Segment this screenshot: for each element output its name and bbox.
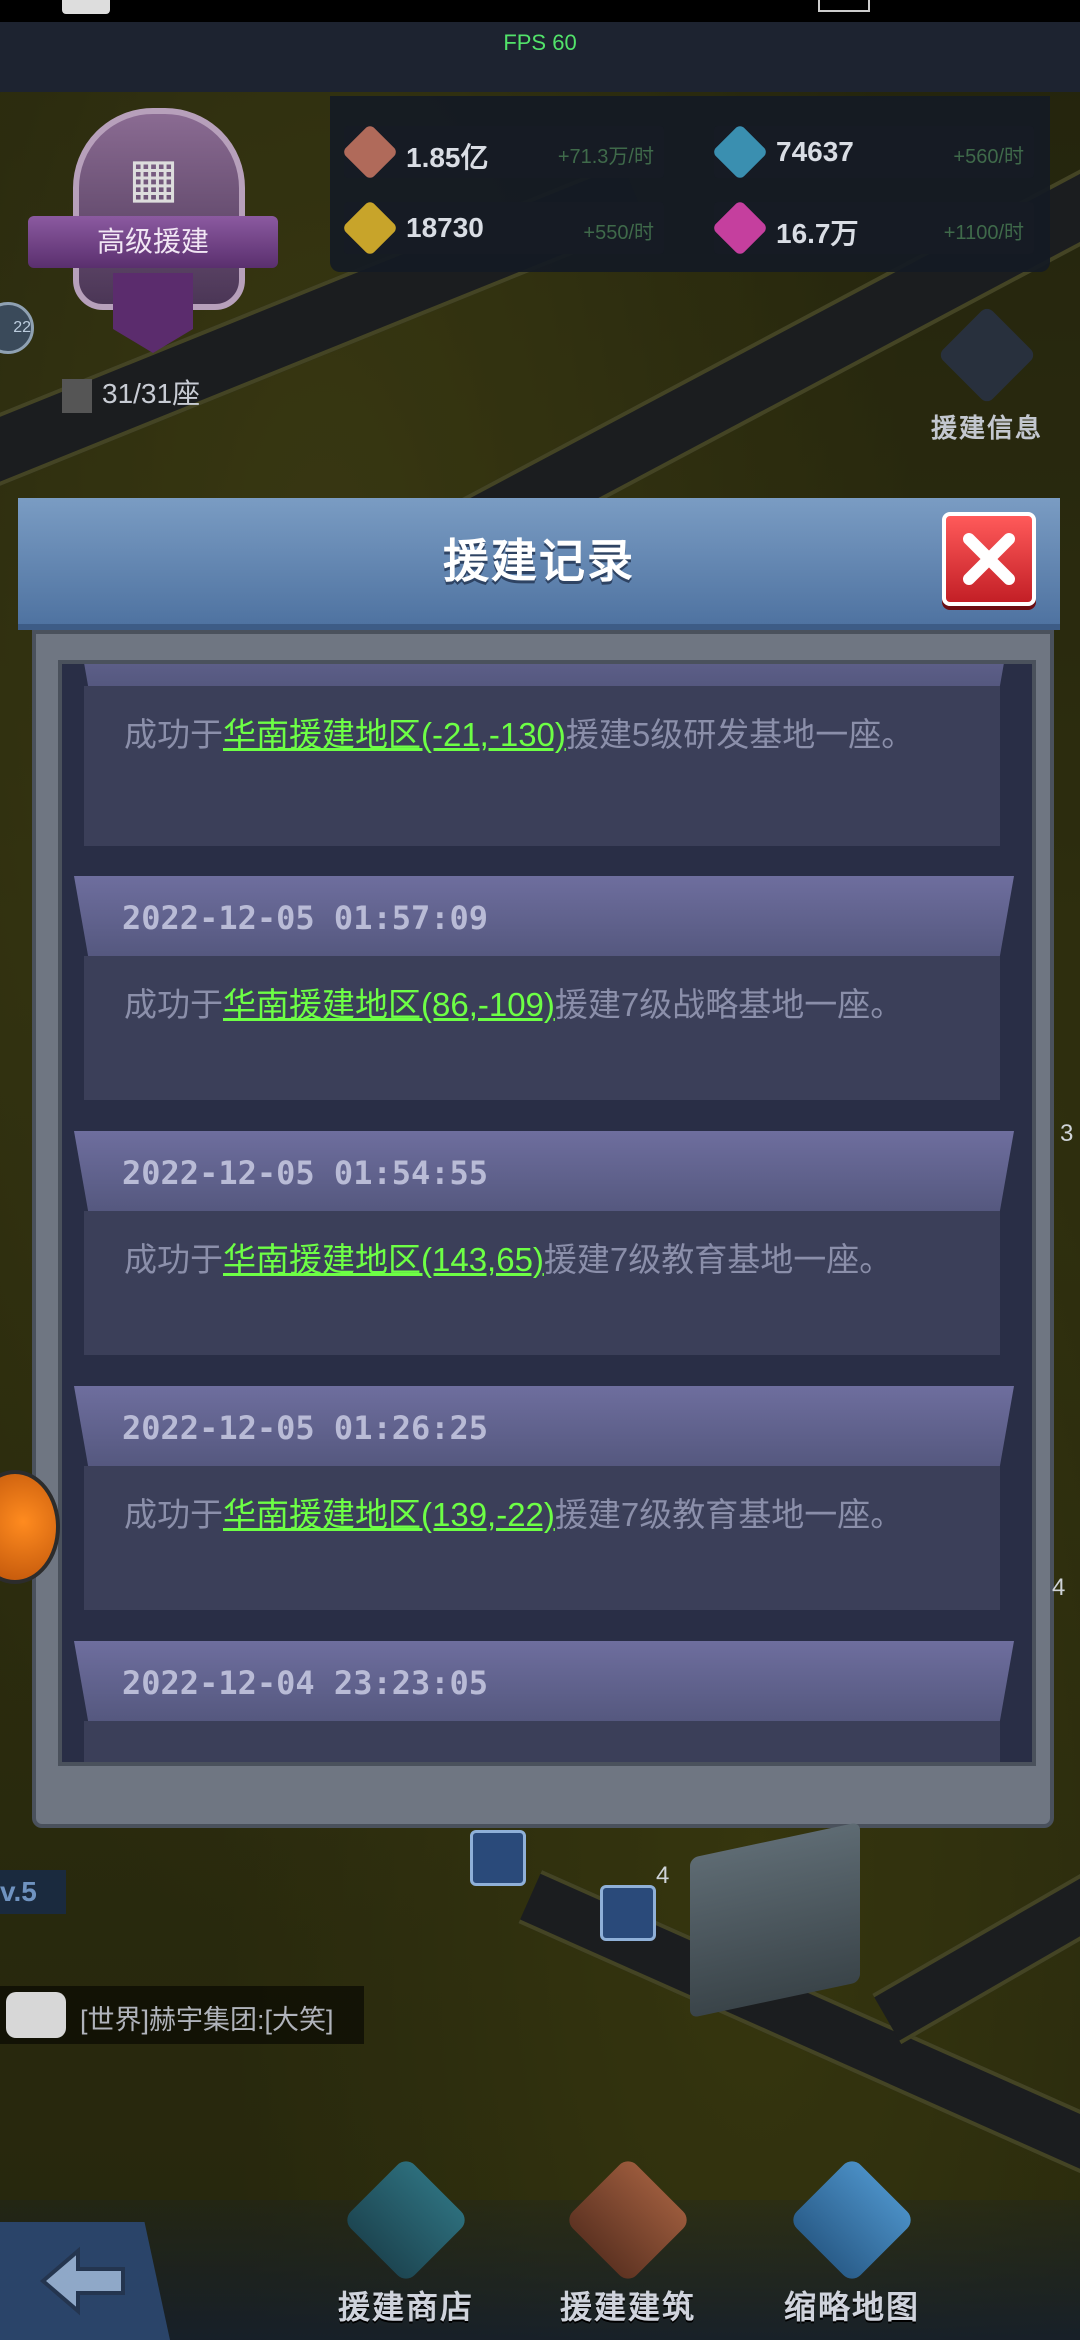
map-number-label: 4 [1052,1574,1066,1601]
document-icon [937,305,1037,405]
record-text: 成功于华南援建地区(-21,-130)援建5级研发基地一座。 [124,704,964,766]
resource-staff[interactable]: 18730 +550/时 [341,199,664,257]
resource-panel: 1.85亿 +71.3万/时 74637 +560/时 18730 +550/时… [330,96,1050,272]
close-icon [963,533,1015,585]
chat-bubble-icon [6,1992,66,2038]
record-entry: 成功于华南援建地区(86,-109)援建7级战略基地一座。 [84,956,1000,1100]
aid-building-label: 援建建筑 [559,2289,696,2325]
dialog-title: 援建记录 [443,535,635,587]
record-suffix: 援建7级教育基地一座。 [543,1241,893,1278]
map-number-label: 3 [1060,1120,1074,1147]
record-text: 成功于华南援建地区(143,65)援建7级教育基地一座。 [124,1229,964,1291]
aid-shop-label: 援建商店 [337,2289,474,2325]
building-icon [564,2156,692,2284]
record-suffix: 援建7级教育基地一座。 [554,1496,904,1533]
chat-message: [世界]赫宇集团:[大笑] [80,2005,334,2035]
record-prefix: 成功于 [124,986,223,1023]
fps-counter: FPS 60 [503,30,577,55]
location-link[interactable]: 华南援建地区(143,65) [223,1241,544,1278]
minimap-button[interactable]: 缩略地图 [752,2156,952,2340]
record-entry: 成功于华南援建地区(-21,-130)援建5级研发基地一座。 [84,686,1000,846]
resource-money[interactable]: 1.85亿 +71.3万/时 [341,123,664,181]
level-tag: v.5 [0,1870,66,1914]
record-timestamp: 2022-12-05 01:57:09 [74,876,1014,956]
resource-network[interactable]: 16.7万 +1100/时 [711,199,1034,257]
building-count-value: 31/31座 [102,378,201,409]
record-timestamp: 2022-12-04 23:23:05 [74,1641,1014,1721]
aid-info-label: 援建信息 [930,413,1043,443]
shop-icon [342,2156,470,2284]
resource-diamond[interactable]: 74637 +560/时 [711,123,1034,181]
building-icon: ▦ [128,148,180,208]
record-timestamp: 2022-12-05 01:54:55 [74,1131,1014,1211]
emblem-label: 高级援建 [28,216,278,268]
dialog-body: 2022-12-05 02:05:15 成功于华南援建地区(-21,-130)援… [32,630,1054,1828]
staff-icon [341,199,399,257]
record-suffix: 援建5级研发基地一座。 [565,716,915,753]
money-icon [341,123,399,181]
record-prefix: 成功于 [124,1241,223,1278]
resource-value: 1.85亿 [406,142,489,173]
building-count: 31/31座 [62,372,200,413]
record-entry: 成功于华南援建地区(139,-22)援建7级教育基地一座。 [84,1466,1000,1610]
resource-rate: +560/时 [953,146,1024,168]
record-entry [84,1721,1000,1762]
resource-rate: +550/时 [583,222,654,244]
record-prefix: 成功于 [124,1496,223,1533]
resource-rate: +1100/时 [943,222,1024,244]
map-pin-icon [788,2156,916,2284]
record-suffix: 援建7级战略基地一座。 [554,986,904,1023]
location-link[interactable]: 华南援建地区(-21,-130) [223,716,566,753]
system-status-bar [0,0,1080,22]
record-list[interactable]: 2022-12-05 02:05:15 成功于华南援建地区(-21,-130)援… [58,660,1036,1766]
map-number-label: 4 [656,1862,670,1889]
aid-info-button[interactable]: 援建信息 [922,305,1052,445]
aid-shop-button[interactable]: 援建商店 [306,2156,506,2340]
hd-signal-icon [62,0,110,14]
emblem-banner [113,273,193,353]
resource-value: 16.7万 [776,218,859,249]
back-button[interactable] [0,2222,170,2340]
record-entry: 成功于华南援建地区(143,65)援建7级教育基地一座。 [84,1211,1000,1355]
back-arrow-icon [39,2246,125,2316]
building-count-icon [62,378,92,413]
battery-icon [818,0,870,12]
record-timestamp: 2022-12-05 01:26:25 [74,1386,1014,1466]
location-link[interactable]: 华南援建地区(86,-109) [223,986,555,1023]
diamond-icon [711,123,769,181]
minimap-label: 缩略地图 [783,2289,920,2325]
location-link[interactable]: 华南援建地区(139,-22) [223,1496,555,1533]
record-timestamp: 2022-12-05 02:05:15 [74,664,1014,686]
aid-record-dialog: 援建记录 2022-12-05 02:05:15 成功于华南援建地区(-21,-… [18,498,1060,1828]
map-person-marker-icon[interactable] [600,1885,656,1941]
resource-rate: +71.3万/时 [557,146,654,168]
record-prefix: 成功于 [124,716,223,753]
network-icon [711,199,769,257]
record-text: 成功于华南援建地区(86,-109)援建7级战略基地一座。 [124,974,964,1036]
record-text: 成功于华南援建地区(139,-22)援建7级教育基地一座。 [124,1484,964,1546]
world-chat-bar[interactable]: [世界]赫宇集团:[大笑] [0,1986,364,2044]
map-person-marker-icon[interactable] [470,1830,526,1886]
close-button[interactable] [942,512,1036,606]
rank-emblem[interactable]: ▦ 高级援建 [28,98,278,378]
resource-value: 74637 [776,136,854,167]
aid-building-button[interactable]: 援建建筑 [528,2156,728,2340]
resource-value: 18730 [406,212,484,243]
